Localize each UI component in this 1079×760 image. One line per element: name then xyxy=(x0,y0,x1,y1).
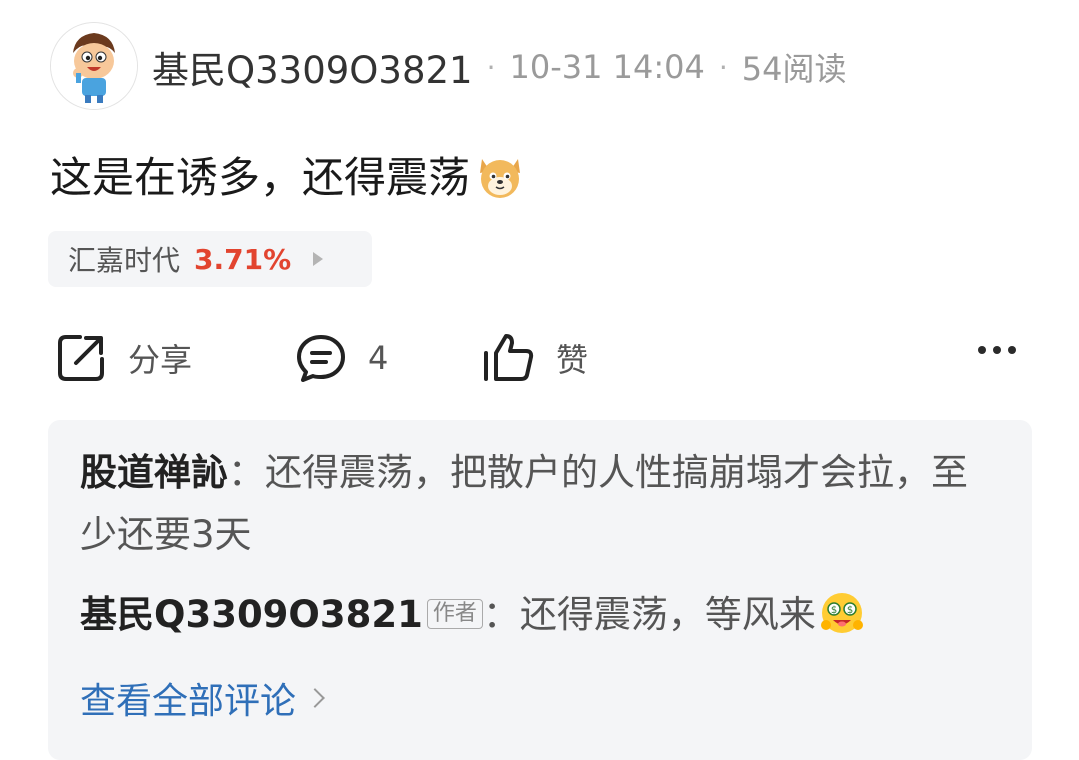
chip-arrow-icon xyxy=(313,252,324,266)
post-header: 基民Q3309O3821 · 10-31 14:04 · 54阅读 xyxy=(152,42,847,92)
svg-text:$: $ xyxy=(847,605,853,616)
more-icon xyxy=(1008,346,1016,354)
share-label: 分享 xyxy=(128,341,193,379)
stock-chip[interactable]: 汇嘉时代 3.71% xyxy=(48,231,372,287)
comment-colon: ： xyxy=(228,451,265,494)
separator: · xyxy=(486,50,496,84)
like-label: 赞 xyxy=(556,341,589,379)
comment-author[interactable]: 基民Q3309O3821 xyxy=(80,593,423,636)
more-icon xyxy=(978,346,986,354)
username[interactable]: 基民Q3309O3821 xyxy=(152,40,473,94)
avatar[interactable] xyxy=(50,22,138,110)
thumbs-up-icon xyxy=(484,334,534,381)
money-face-emoji-icon: $ $ xyxy=(820,592,863,633)
stock-name: 汇嘉时代 xyxy=(68,244,181,277)
post-time: 10-31 14:04 xyxy=(509,48,705,86)
read-count: 54阅读 xyxy=(741,50,847,88)
post-text: 这是在诱多，还得震荡 xyxy=(50,144,526,205)
stock-change: 3.71% xyxy=(194,242,292,276)
comment-item[interactable]: 基民Q3309O3821 作者 ：还得震荡，等风来 $ $ xyxy=(80,584,1000,646)
comment-text: 还得震荡，等风来 xyxy=(519,593,816,636)
comment-button[interactable]: 4 xyxy=(294,330,388,386)
share-button[interactable]: 分享 xyxy=(54,330,192,386)
more-button[interactable] xyxy=(978,346,1016,354)
author-tag: 作者 xyxy=(426,598,483,629)
view-all-comments-link[interactable]: 查看全部评论 xyxy=(80,672,325,724)
more-icon xyxy=(993,346,1001,354)
separator: · xyxy=(718,50,728,84)
comment-icon xyxy=(297,335,345,382)
like-button[interactable]: 赞 xyxy=(482,330,588,386)
view-all-label: 查看全部评论 xyxy=(80,681,297,722)
svg-text:$: $ xyxy=(831,605,837,616)
dog-face-emoji-icon xyxy=(480,158,521,198)
comment-count: 4 xyxy=(368,339,389,377)
comment-item[interactable]: 股道禅訫：还得震荡，把散户的人性搞崩塌才会拉，至少还要3天 xyxy=(80,442,1000,566)
comment-colon: ： xyxy=(482,593,520,636)
share-icon xyxy=(58,335,104,381)
post-body: 这是在诱多，还得震荡 xyxy=(50,153,471,202)
comment-preview: 股道禅訫：还得震荡，把散户的人性搞崩塌才会拉，至少还要3天 基民Q3309O38… xyxy=(48,420,1032,760)
avatar-cartoon-boy-icon xyxy=(51,23,137,109)
comment-author[interactable]: 股道禅訫 xyxy=(80,451,228,494)
chevron-right-icon xyxy=(305,688,325,708)
